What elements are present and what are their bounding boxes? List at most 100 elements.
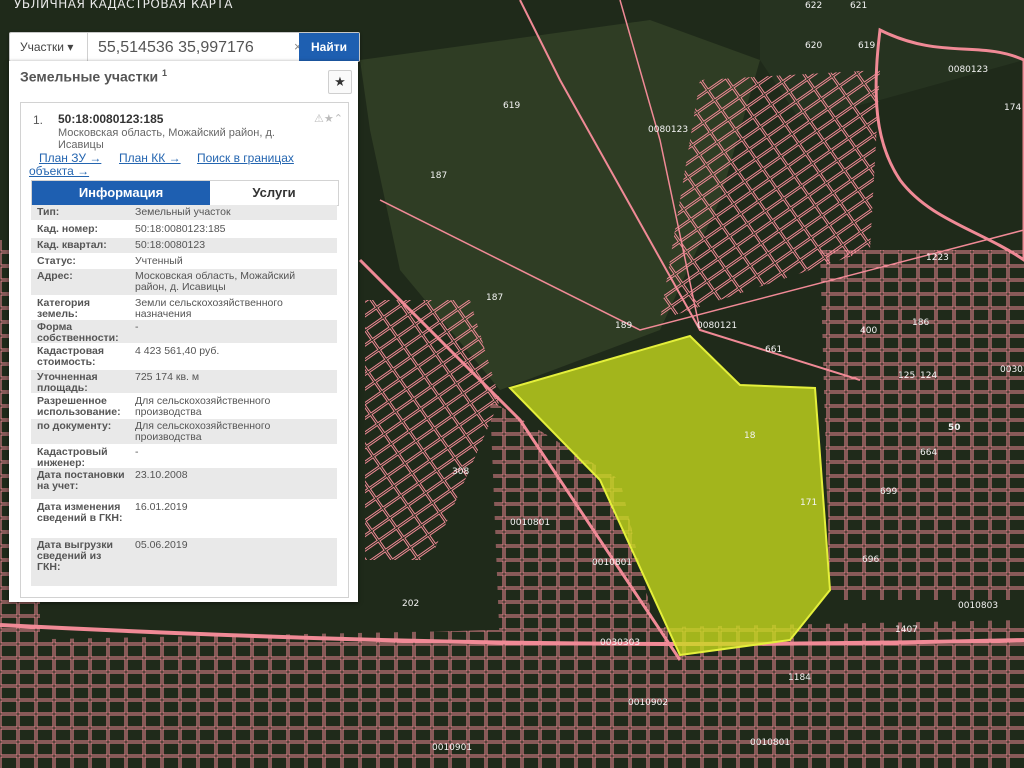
attribute-row: Дата выгрузки сведений из ГКН: 05.06.2019 [31,538,337,586]
search-button[interactable]: Найти [299,33,359,61]
tab-services[interactable]: Услуги [210,181,338,205]
map-label: 0010902 [628,698,668,708]
result-count: 1 [161,68,167,78]
attribute-row: Тип: Земельный участок [31,205,337,220]
map-label: 202 [402,599,419,609]
attribute-row: Кадастровый инженер: - [31,445,337,469]
map-label: 1184 [788,673,811,683]
attribute-value: 725 174 кв. м [135,371,200,383]
map-label: 661 [765,345,782,355]
attribute-row: Форма собственности: - [31,320,337,344]
map-label: 187 [430,171,447,181]
map-label: 0030302 [1000,365,1024,375]
attribute-row: Дата изменения сведений в ГКН: 16.01.2019 [31,500,337,537]
attribute-value: Московская область, Можайский район, д. … [135,270,296,293]
map-label: 699 [880,487,897,497]
attribute-row: Адрес: Московская область, Можайский райо… [31,269,337,295]
map-label: 186 [912,318,929,328]
land-plots-panel: Земельные участки 1 ★ 1. 50:18:0080123:1… [9,61,358,602]
plan-zu-link[interactable]: План ЗУ → [39,151,101,165]
result-card: 1. 50:18:0080123:185 ⚠★⌃ Московская обла… [20,102,349,598]
map-label: 0010801 [510,518,550,528]
search-bounds-link[interactable]: Поиск в границах [197,151,294,165]
panel-title-text: Земельные участки [20,68,159,85]
map-label: 18 [744,431,756,441]
search-input[interactable] [96,36,300,60]
map-label: 0080123 [648,125,688,135]
attribute-row: Разрешенное использование: Для сельскохоз… [31,394,337,418]
attribute-value: Земельный участок [135,206,231,218]
map-label: 0010803 [958,601,998,611]
attribute-key: Дата постановки на учет: [37,469,125,492]
map-label: 189 [615,321,632,331]
attribute-key: по документу: [37,420,112,432]
map-label: 400 [860,326,877,336]
attribute-key: Уточненная площадь: [37,371,98,394]
attribute-row: по документу: Для сельскохозяйственного п… [31,419,337,444]
map-label: 174 [1004,103,1021,113]
attribute-value: 05.06.2019 [135,539,188,551]
attribute-key: Кадастровый инженер: [37,446,108,469]
map-label: 125 [898,371,915,381]
map-label: 308 [452,467,469,477]
result-cad-number[interactable]: 50:18:0080123:185 [58,112,163,126]
map-label: 0030303 [600,638,640,648]
result-index: 1. [33,113,44,127]
attribute-row: Уточненная площадь: 725 174 кв. м [31,370,337,394]
attribute-key: Кадастровая стоимость: [37,345,104,368]
attribute-value: 50:18:0080123:185 [135,223,226,235]
attribute-row: Статус: Учтенный [31,254,337,269]
attribute-value: Для сельскохозяйственного производства [135,395,271,418]
map-label: 664 [920,448,937,458]
panel-title: Земельные участки 1 [20,68,167,85]
attribute-value: 50:18:0080123 [135,239,206,251]
attribute-row: Дата постановки на учет: 23.10.2008 [31,468,337,499]
attribute-key: Тип: [37,206,60,218]
tab-information[interactable]: Информация [32,181,210,205]
attribute-row: Кад. номер: 50:18:0080123:185 [31,222,337,237]
result-action-icons[interactable]: ⚠★⌃ [314,112,343,125]
map-label: 0010801 [750,738,790,748]
info-tabs: Информация Услуги [31,180,339,206]
attribute-key: Категория земель: [37,297,91,320]
map-label: 1407 [895,625,918,635]
attribute-row: Категория земель: Земли сельскохозяйствен… [31,296,337,320]
map-label: 621 [850,1,867,11]
attribute-value: Учтенный [135,255,183,267]
object-link[interactable]: объекта → [29,164,89,178]
map-label: 0080123 [948,65,988,75]
map-label: 50 [948,423,961,433]
map-label: 619 [858,41,875,51]
map-label: 0010901 [432,743,472,753]
map-title: УБЛИЧНАЯ КАДАСТРОВАЯ КАРТА [14,0,233,11]
attribute-value: Для сельскохозяйственного производства [135,420,271,443]
map-label: 171 [800,498,817,508]
attribute-value: 4 423 561,40 руб. [135,345,220,357]
attribute-key: Кад. квартал: [37,239,107,251]
map-label: 124 [920,371,937,381]
map-label: 187 [486,293,503,303]
map-label: 1223 [926,253,949,263]
map-label: 619 [503,101,520,111]
attribute-value: 23.10.2008 [135,469,188,481]
attribute-value: - [135,446,139,458]
attribute-key: Разрешенное использование: [37,395,121,418]
attribute-key: Форма собственности: [37,321,119,344]
map-label: 696 [862,555,879,565]
attribute-value: 16.01.2019 [135,501,188,513]
attribute-key: Статус: [37,255,76,267]
map-label: 622 [805,1,822,11]
attribute-key: Дата изменения сведений в ГКН: [37,501,123,524]
map-label: 0010801 [592,558,632,568]
attribute-key: Адрес: [37,270,73,282]
attribute-row: Кадастровая стоимость: 4 423 561,40 руб. [31,344,337,369]
map-label: 0080121 [697,321,737,331]
result-address: Московская область, Можайский район, д. … [58,127,275,151]
plan-kk-link[interactable]: План КК → [119,151,181,165]
settlement-east [820,250,1024,600]
attribute-value: Земли сельскохозяйственного назначения [135,297,283,320]
map-label: 620 [805,41,822,51]
attribute-value: - [135,321,139,333]
search-mode-select[interactable]: Участки ▾ [10,33,88,61]
favorite-star-icon[interactable]: ★ [328,70,352,94]
